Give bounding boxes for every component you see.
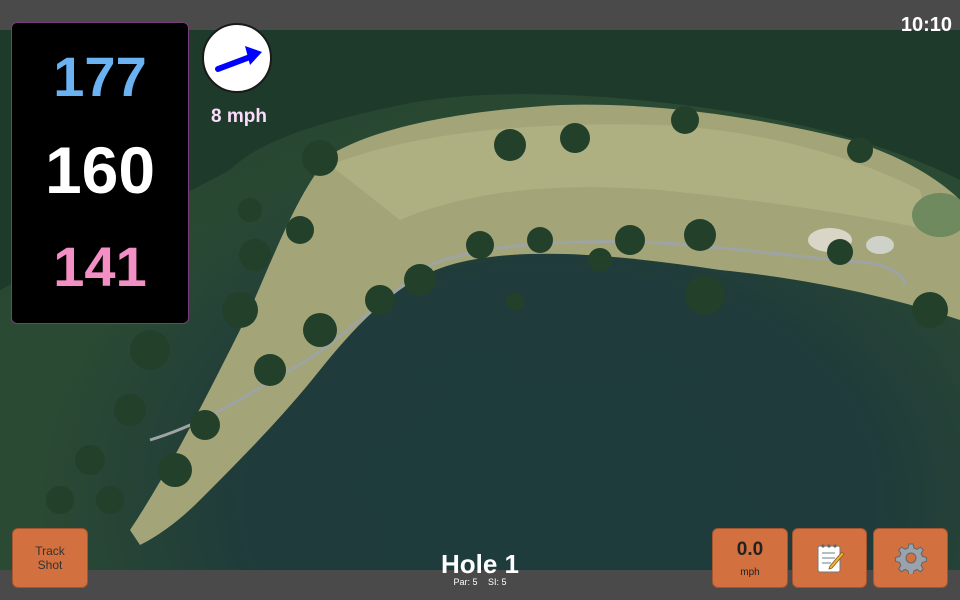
- front-distance: 141: [53, 235, 147, 298]
- notepad-icon: [817, 544, 845, 573]
- speed-unit: mph: [740, 566, 760, 578]
- clock: 10:10: [900, 14, 952, 36]
- wind-dial: [202, 23, 272, 93]
- center-distance: 160: [44, 133, 156, 207]
- speed-value: 0.0: [736, 538, 764, 560]
- wind-arrow-icon: [215, 46, 262, 72]
- back-distance: 177: [53, 45, 147, 108]
- gear-icon: [894, 543, 927, 574]
- hole-title: Hole 1: [440, 549, 520, 579]
- hole-info: Par: 5 SI: 5: [380, 577, 580, 587]
- speed-button[interactable]: 0.0 mph: [712, 528, 788, 588]
- hole-par: Par: 5: [453, 577, 478, 587]
- track-shot-button[interactable]: Track Shot: [12, 528, 88, 588]
- settings-button[interactable]: [873, 528, 948, 588]
- notes-button[interactable]: [792, 528, 867, 588]
- wind-speed: 8 mph: [211, 106, 267, 127]
- track-shot-label: Track Shot: [35, 544, 65, 572]
- distance-panel: 177 160 141: [11, 22, 189, 324]
- hole-stroke-index: SI: 5: [488, 577, 507, 587]
